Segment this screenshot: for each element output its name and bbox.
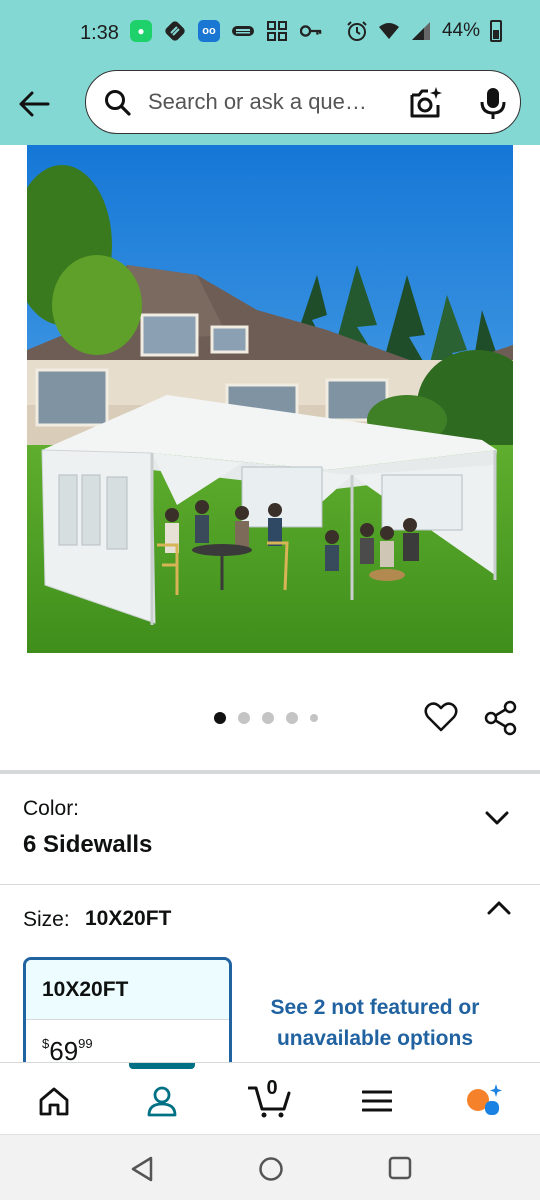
link-icon: [164, 20, 186, 42]
status-time: 1:38: [80, 22, 119, 44]
rufus-icon[interactable]: [465, 1081, 505, 1121]
carousel-dot[interactable]: [286, 712, 298, 724]
share-icon: [484, 700, 517, 736]
size-label: Size:: [23, 908, 70, 931]
menu-icon[interactable]: [357, 1081, 397, 1121]
back-button[interactable]: [14, 84, 54, 124]
android-nav-bar: [0, 1134, 540, 1200]
carousel-dot[interactable]: [214, 712, 226, 724]
status-icons: ● oo: [130, 20, 322, 42]
alarm-icon: [346, 20, 368, 42]
size-option-price: $6999: [26, 1020, 229, 1067]
wishlist-button[interactable]: [424, 700, 458, 739]
price-fraction: 99: [78, 1036, 93, 1051]
chevron-down-icon[interactable]: [484, 810, 510, 831]
carousel-dots: [214, 712, 318, 724]
tent-photo: [27, 145, 513, 653]
chevron-up-icon[interactable]: [486, 900, 512, 921]
size-value: 10X20FT: [85, 907, 172, 930]
active-tab-indicator: [129, 1063, 195, 1069]
key-icon: [300, 20, 322, 42]
android-home-icon[interactable]: [258, 1156, 284, 1187]
search-input[interactable]: Search or ask a que…: [148, 85, 393, 119]
search-header: Search or ask a que…: [0, 66, 540, 145]
cart-count: 0: [266, 1077, 278, 1099]
size-option-name: 10X20FT: [26, 960, 229, 1020]
signal-icon: [410, 20, 432, 42]
wifi-icon: [378, 20, 400, 42]
search-icon[interactable]: [104, 89, 132, 122]
carousel-dot[interactable]: [310, 714, 318, 722]
see-more-options-link[interactable]: See 2 not featured or unavailable option…: [260, 992, 490, 1054]
carousel-dot[interactable]: [262, 712, 274, 724]
status-right: 44%: [346, 20, 502, 42]
account-icon[interactable]: [142, 1081, 182, 1121]
back-arrow-icon: [19, 91, 50, 117]
android-recents-icon[interactable]: [388, 1156, 412, 1185]
messages-icon: ●: [130, 20, 152, 42]
color-value: 6 Sidewalls: [23, 831, 153, 858]
product-image[interactable]: [27, 145, 513, 653]
status-bar: 1:38 ● oo 44%: [0, 0, 540, 66]
news-icon: [232, 20, 254, 42]
carousel-dot[interactable]: [238, 712, 250, 724]
home-icon[interactable]: [34, 1081, 74, 1121]
android-back-icon[interactable]: [130, 1156, 154, 1187]
share-button[interactable]: [484, 700, 518, 741]
camera-search-icon[interactable]: [408, 85, 444, 126]
grid-icon: [266, 20, 288, 42]
battery-icon: [490, 20, 502, 42]
heart-icon: [424, 702, 458, 732]
voicemail-icon: oo: [198, 20, 220, 42]
section-divider: [0, 770, 540, 774]
color-label: Color:: [23, 797, 80, 820]
mic-icon[interactable]: [478, 85, 508, 126]
battery-percent: 44%: [441, 20, 480, 41]
search-box[interactable]: Search or ask a que…: [85, 70, 521, 134]
divider: [0, 884, 540, 885]
